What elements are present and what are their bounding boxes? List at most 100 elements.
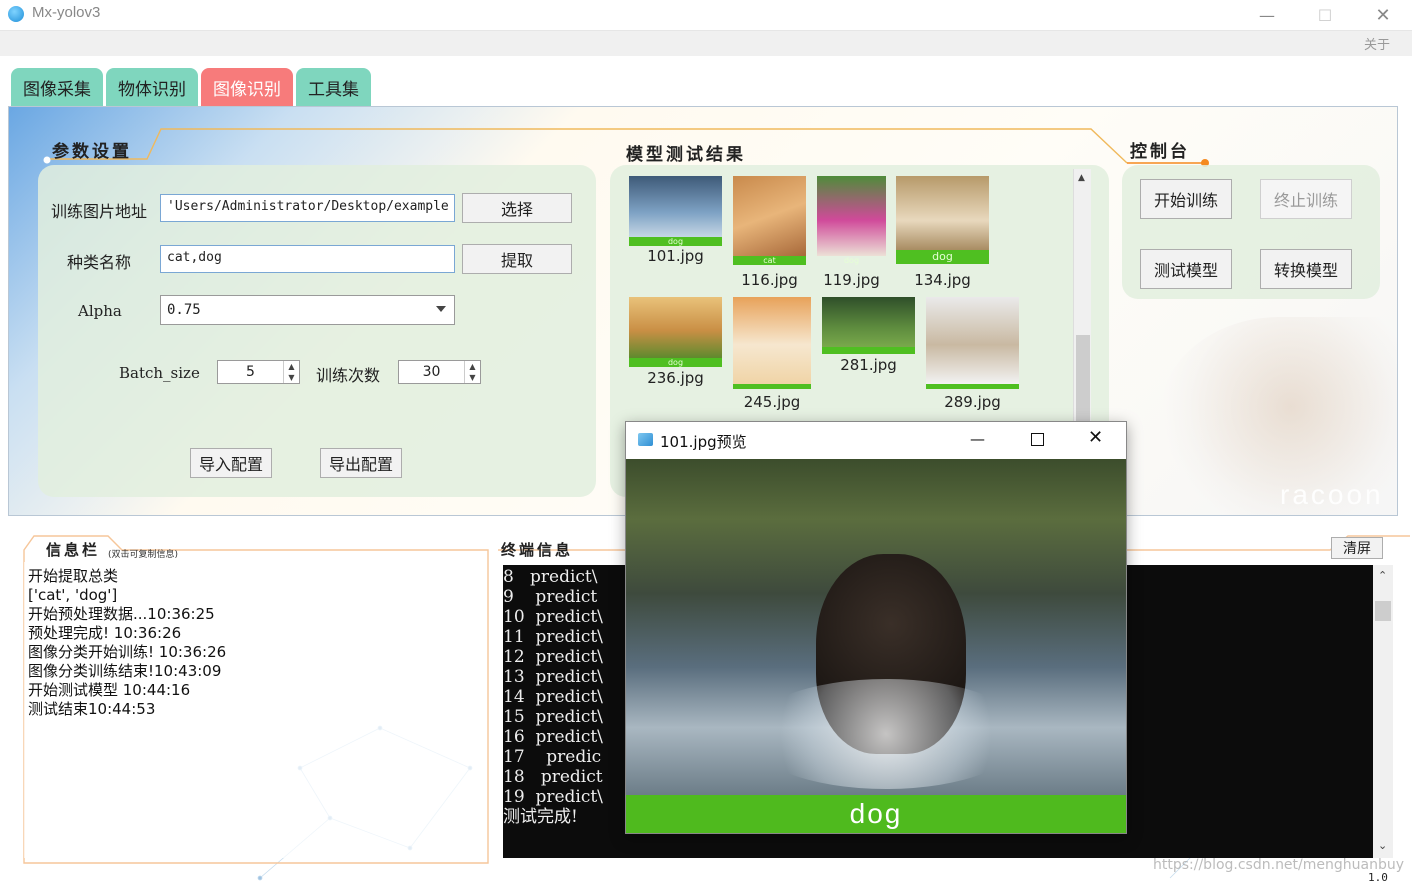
thumbnail-281[interactable]: 281.jpg bbox=[822, 297, 915, 397]
tab-image-capture[interactable]: 图像采集 bbox=[11, 68, 103, 106]
menu-about[interactable]: 关于 bbox=[1364, 34, 1390, 53]
preview-label-bar: dog bbox=[626, 795, 1126, 833]
terminal-line: 18 predict bbox=[503, 767, 603, 787]
select-button[interactable]: 选择 bbox=[462, 193, 572, 223]
terminal-title: 终端信息 bbox=[501, 541, 574, 559]
batch-size-value: 5 bbox=[246, 364, 255, 380]
thumbnail-tag: dog bbox=[843, 256, 860, 265]
scrollbar-thumb[interactable] bbox=[1076, 335, 1090, 435]
info-line: 开始提取总类 bbox=[28, 567, 119, 585]
thumbnail-119[interactable]: dog 119.jpg bbox=[817, 176, 886, 291]
batch-size-label: Batch_size bbox=[119, 364, 200, 382]
thumbnail-label: 116.jpg bbox=[741, 271, 798, 289]
import-config-button[interactable]: 导入配置 bbox=[190, 448, 272, 478]
epoch-spinbox[interactable]: 30 ▲ ▼ bbox=[398, 360, 481, 384]
thumbnail-label: 134.jpg bbox=[914, 271, 971, 289]
alpha-select[interactable]: 0.75 bbox=[160, 295, 455, 325]
spin-arrows-icon[interactable]: ▲ ▼ bbox=[283, 361, 299, 383]
class-name-input[interactable]: cat,dog bbox=[160, 245, 455, 273]
scroll-down-icon[interactable]: ⌄ bbox=[1378, 839, 1387, 852]
thumbnail-tag bbox=[822, 347, 915, 354]
thumbnail-tag: dog bbox=[629, 358, 722, 367]
thumbnail-tag bbox=[733, 384, 811, 389]
info-line: ['cat', 'dog'] bbox=[28, 586, 118, 604]
info-line: 图像分类开始训练! 10:36:26 bbox=[28, 643, 227, 661]
thumbnail-label: 289.jpg bbox=[944, 393, 1001, 411]
preview-minimize-button[interactable]: — bbox=[970, 430, 985, 448]
thumbnail-image bbox=[629, 176, 722, 237]
info-line: 图像分类训练结束!10:43:09 bbox=[28, 662, 222, 680]
terminal-line: 12 predict\ bbox=[503, 647, 603, 667]
thumbnail-label: 101.jpg bbox=[647, 247, 704, 265]
thumbnail-image bbox=[733, 297, 811, 384]
maximize-button[interactable]: ☐ bbox=[1302, 0, 1348, 30]
scroll-up-icon[interactable]: ▲ bbox=[1078, 173, 1085, 183]
info-line: 测试结束10:44:53 bbox=[28, 700, 156, 718]
thumbnail-label: 236.jpg bbox=[647, 369, 704, 387]
train-path-input[interactable]: 'Users/Administrator/Desktop/example bbox=[160, 194, 455, 222]
extract-button[interactable]: 提取 bbox=[462, 244, 572, 274]
title-bar bbox=[0, 0, 1412, 30]
thumbnail-label: 281.jpg bbox=[840, 356, 897, 374]
preview-window: 101.jpg预览 — ✕ dog bbox=[625, 421, 1127, 834]
start-train-button[interactable]: 开始训练 bbox=[1140, 179, 1232, 219]
thumbnail-label: 245.jpg bbox=[743, 393, 801, 411]
alpha-label: Alpha bbox=[78, 302, 122, 320]
terminal-scrollbar[interactable]: ⌃ ⌄ bbox=[1373, 565, 1393, 858]
scrollbar-thumb[interactable] bbox=[1375, 601, 1391, 621]
terminal-line: 9 predict bbox=[503, 587, 598, 607]
params-title: 参数设置 bbox=[52, 142, 132, 162]
thumbnail-label: 119.jpg bbox=[823, 271, 880, 289]
test-model-button[interactable]: 测试模型 bbox=[1140, 249, 1232, 289]
results-scrollbar[interactable]: ▲ bbox=[1073, 169, 1091, 439]
thumbnail-245[interactable]: 245.jpg bbox=[733, 297, 811, 412]
racoon-watermark: racoon bbox=[1280, 479, 1384, 510]
close-button[interactable]: ✕ bbox=[1360, 0, 1406, 30]
thumbnail-116[interactable]: cat 116.jpg bbox=[733, 176, 806, 291]
terminal-line: 13 predict\ bbox=[503, 667, 603, 687]
terminal-line: 17 predic bbox=[503, 747, 602, 767]
epoch-label: 训练次数 bbox=[316, 366, 381, 385]
thumbnail-image bbox=[629, 297, 722, 358]
menu-bar bbox=[0, 30, 1412, 56]
clear-screen-button[interactable]: 清屏 bbox=[1331, 537, 1383, 559]
results-title: 模型测试结果 bbox=[626, 145, 746, 165]
stop-train-button[interactable]: 终止训练 bbox=[1260, 179, 1352, 219]
tab-object-detection[interactable]: 物体识别 bbox=[106, 68, 198, 106]
terminal-line: 16 predict\ bbox=[503, 727, 603, 747]
tab-image-recognition[interactable]: 图像识别 bbox=[201, 68, 293, 106]
terminal-line: 11 predict\ bbox=[503, 627, 603, 647]
thumbnail-tag bbox=[926, 384, 1019, 389]
thumbnail-101[interactable]: dog 101.jpg bbox=[629, 176, 722, 266]
scroll-up-icon[interactable]: ⌃ bbox=[1378, 569, 1387, 582]
batch-size-spinbox[interactable]: 5 ▲ ▼ bbox=[217, 360, 300, 384]
terminal-line: 测试完成! bbox=[503, 807, 578, 827]
info-log: 开始提取总类 ['cat', 'dog'] 开始预处理数据...10:36:25… bbox=[28, 567, 226, 719]
chevron-down-icon bbox=[436, 306, 446, 312]
window-title: Mx-yolov3 bbox=[32, 4, 101, 21]
thumbnail-tag: dog bbox=[896, 250, 989, 264]
tab-toolset[interactable]: 工具集 bbox=[296, 68, 371, 106]
train-path-label: 训练图片地址 bbox=[51, 202, 148, 221]
export-config-button[interactable]: 导出配置 bbox=[320, 448, 402, 478]
terminal-line: 10 predict\ bbox=[503, 607, 603, 627]
thumbnail-image bbox=[817, 176, 886, 256]
thumbnail-289[interactable]: 289.jpg bbox=[926, 297, 1019, 412]
thumbnail-134[interactable]: dog 134.jpg bbox=[896, 176, 989, 291]
convert-model-button[interactable]: 转换模型 bbox=[1260, 249, 1352, 289]
info-title: 信息栏 bbox=[46, 541, 101, 559]
preview-close-button[interactable]: ✕ bbox=[1088, 427, 1103, 448]
thumbnail-image bbox=[896, 176, 989, 250]
water-splash bbox=[746, 679, 1026, 789]
preview-title: 101.jpg预览 bbox=[660, 433, 747, 451]
thumbnail-tag: dog bbox=[629, 237, 722, 246]
image-file-icon bbox=[638, 433, 653, 446]
spin-arrows-icon[interactable]: ▲ ▼ bbox=[464, 361, 480, 383]
console-title: 控制台 bbox=[1130, 142, 1190, 162]
preview-maximize-button[interactable] bbox=[1031, 433, 1044, 446]
minimize-button[interactable]: — bbox=[1244, 0, 1290, 30]
thumbnail-236[interactable]: dog 236.jpg bbox=[629, 297, 722, 397]
thumbnail-image bbox=[733, 176, 806, 256]
terminal-line: 8 predict\ bbox=[503, 567, 598, 587]
info-subtitle: (双击可复制信息) bbox=[108, 550, 179, 560]
